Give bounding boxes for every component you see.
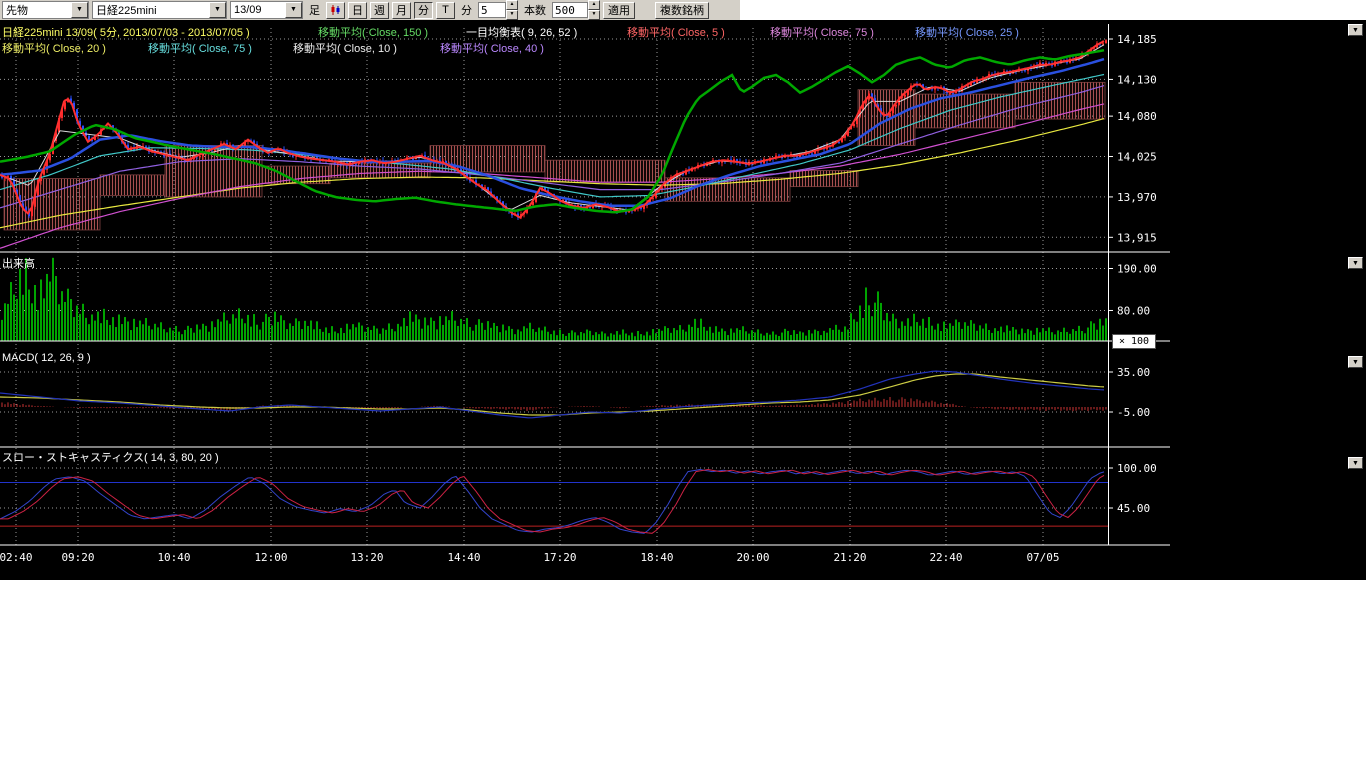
- volume-multiplier-badge: × 100: [1112, 334, 1156, 349]
- svg-text:21:20: 21:20: [833, 551, 866, 564]
- moving-averages: [0, 41, 1104, 248]
- minute-unit-label: 分: [461, 2, 472, 18]
- legend: 日経225mini 13/09( 5分, 2013/07/03 - 2013/0…: [2, 25, 1019, 55]
- svg-text:14,080: 14,080: [1117, 110, 1157, 123]
- svg-text:45.00: 45.00: [1117, 502, 1150, 515]
- toolbar: 先物 ▼ 日経225mini ▼ 13/09 ▼ 足 日 週 月 分 T 分 ▲…: [0, 0, 740, 20]
- bar-count-label: 本数: [524, 2, 546, 18]
- svg-text:20:00: 20:00: [736, 551, 769, 564]
- svg-text:移動平均( Close, 75 ): 移動平均( Close, 75 ): [770, 25, 874, 39]
- svg-text:100.00: 100.00: [1117, 462, 1157, 475]
- svg-text:02:40: 02:40: [0, 551, 33, 564]
- spinner-up-icon[interactable]: ▲: [588, 0, 600, 10]
- svg-text:日経225mini 13/09( 5分, 2013/07/0: 日経225mini 13/09( 5分, 2013/07/03 - 2013/0…: [2, 26, 250, 39]
- svg-text:80.00: 80.00: [1117, 304, 1150, 317]
- bar-count-input[interactable]: [552, 2, 588, 18]
- period-tick-button[interactable]: T: [436, 2, 455, 19]
- svg-text:移動平均( Close, 25 ): 移動平均( Close, 25 ): [915, 25, 1019, 39]
- svg-text:10:40: 10:40: [157, 551, 190, 564]
- chevron-down-icon[interactable]: ▼: [285, 2, 302, 18]
- svg-text:出来高: 出来高: [2, 256, 35, 270]
- svg-text:35.00: 35.00: [1117, 366, 1150, 379]
- chart-style-button[interactable]: [326, 2, 345, 19]
- svg-text:14:40: 14:40: [447, 551, 480, 564]
- svg-text:190.00: 190.00: [1117, 262, 1157, 275]
- stoch-pane-menu-button[interactable]: ▼: [1348, 457, 1363, 469]
- svg-text:22:40: 22:40: [929, 551, 962, 564]
- svg-text:17:20: 17:20: [543, 551, 576, 564]
- instrument-type-dropdown[interactable]: 先物 ▼: [2, 1, 89, 19]
- chevron-down-icon[interactable]: ▼: [209, 2, 226, 18]
- svg-text:13:20: 13:20: [350, 551, 383, 564]
- contract-month-value: 13/09: [231, 4, 285, 16]
- svg-text:13,915: 13,915: [1117, 231, 1157, 244]
- contract-month-dropdown[interactable]: 13/09 ▼: [230, 1, 303, 19]
- svg-text:MACD( 12, 26, 9 ): MACD( 12, 26, 9 ): [2, 352, 91, 364]
- period-week-button[interactable]: 週: [370, 2, 389, 19]
- svg-text:一目均衡表( 9, 26, 52 ): 一目均衡表( 9, 26, 52 ): [466, 25, 577, 39]
- svg-text:13,970: 13,970: [1117, 191, 1157, 204]
- spinner-down-icon[interactable]: ▼: [506, 10, 518, 20]
- svg-text:移動平均( Close, 150 ): 移動平均( Close, 150 ): [318, 25, 428, 39]
- svg-text:移動平均( Close, 5 ): 移動平均( Close, 5 ): [627, 25, 725, 39]
- svg-text:-5.00: -5.00: [1117, 406, 1150, 419]
- svg-text:移動平均( Close, 75 ): 移動平均( Close, 75 ): [148, 41, 252, 55]
- candlestick-icon: [330, 4, 342, 16]
- chart-canvas: 14,185 14,130 14,080 14,025 13,970 13,915 190.…: [0, 20, 1366, 580]
- volume-bars: [1, 258, 1107, 341]
- spinner-up-icon[interactable]: ▲: [506, 0, 518, 10]
- volume-pane-menu-button[interactable]: ▼: [1348, 257, 1363, 269]
- period-minute-button[interactable]: 分: [414, 2, 433, 19]
- svg-text:18:40: 18:40: [640, 551, 673, 564]
- stochastics-pane: [0, 470, 1108, 534]
- chart-area: 14,185 14,130 14,080 14,025 13,970 13,915 190.…: [0, 20, 1366, 580]
- period-day-button[interactable]: 日: [348, 2, 367, 19]
- svg-text:12:00: 12:00: [254, 551, 287, 564]
- svg-text:14,025: 14,025: [1117, 151, 1157, 164]
- apply-button[interactable]: 適用: [603, 2, 635, 19]
- multi-symbol-button[interactable]: 複数銘柄: [655, 2, 709, 19]
- symbol-dropdown[interactable]: 日経225mini ▼: [92, 1, 227, 19]
- empty-workspace: [0, 580, 1366, 768]
- period-month-button[interactable]: 月: [392, 2, 411, 19]
- svg-text:09:20: 09:20: [61, 551, 94, 564]
- count-spinner[interactable]: ▲ ▼: [588, 0, 600, 20]
- svg-text:スロー・ストキャスティクス( 14, 3, 80, 20 ): スロー・ストキャスティクス( 14, 3, 80, 20 ): [2, 451, 219, 464]
- svg-text:移動平均( Close, 40 ): 移動平均( Close, 40 ): [440, 41, 544, 55]
- symbol-value: 日経225mini: [93, 2, 209, 18]
- instrument-type-value: 先物: [3, 2, 71, 18]
- chevron-down-icon[interactable]: ▼: [71, 2, 88, 18]
- svg-text:14,185: 14,185: [1117, 33, 1157, 46]
- svg-text:14,130: 14,130: [1117, 73, 1157, 86]
- macd-pane: [0, 371, 1106, 418]
- svg-text:移動平均( Close, 20 ): 移動平均( Close, 20 ): [2, 41, 106, 55]
- minute-spinner[interactable]: ▲ ▼: [506, 0, 518, 20]
- macd-pane-menu-button[interactable]: ▼: [1348, 356, 1363, 368]
- minute-value-input[interactable]: [478, 2, 506, 18]
- svg-text:移動平均( Close, 10 ): 移動平均( Close, 10 ): [293, 41, 397, 55]
- bar-type-label: 足: [309, 2, 320, 18]
- spinner-down-icon[interactable]: ▼: [588, 10, 600, 20]
- svg-text:07/05: 07/05: [1026, 551, 1059, 564]
- price-pane-menu-button[interactable]: ▼: [1348, 24, 1363, 36]
